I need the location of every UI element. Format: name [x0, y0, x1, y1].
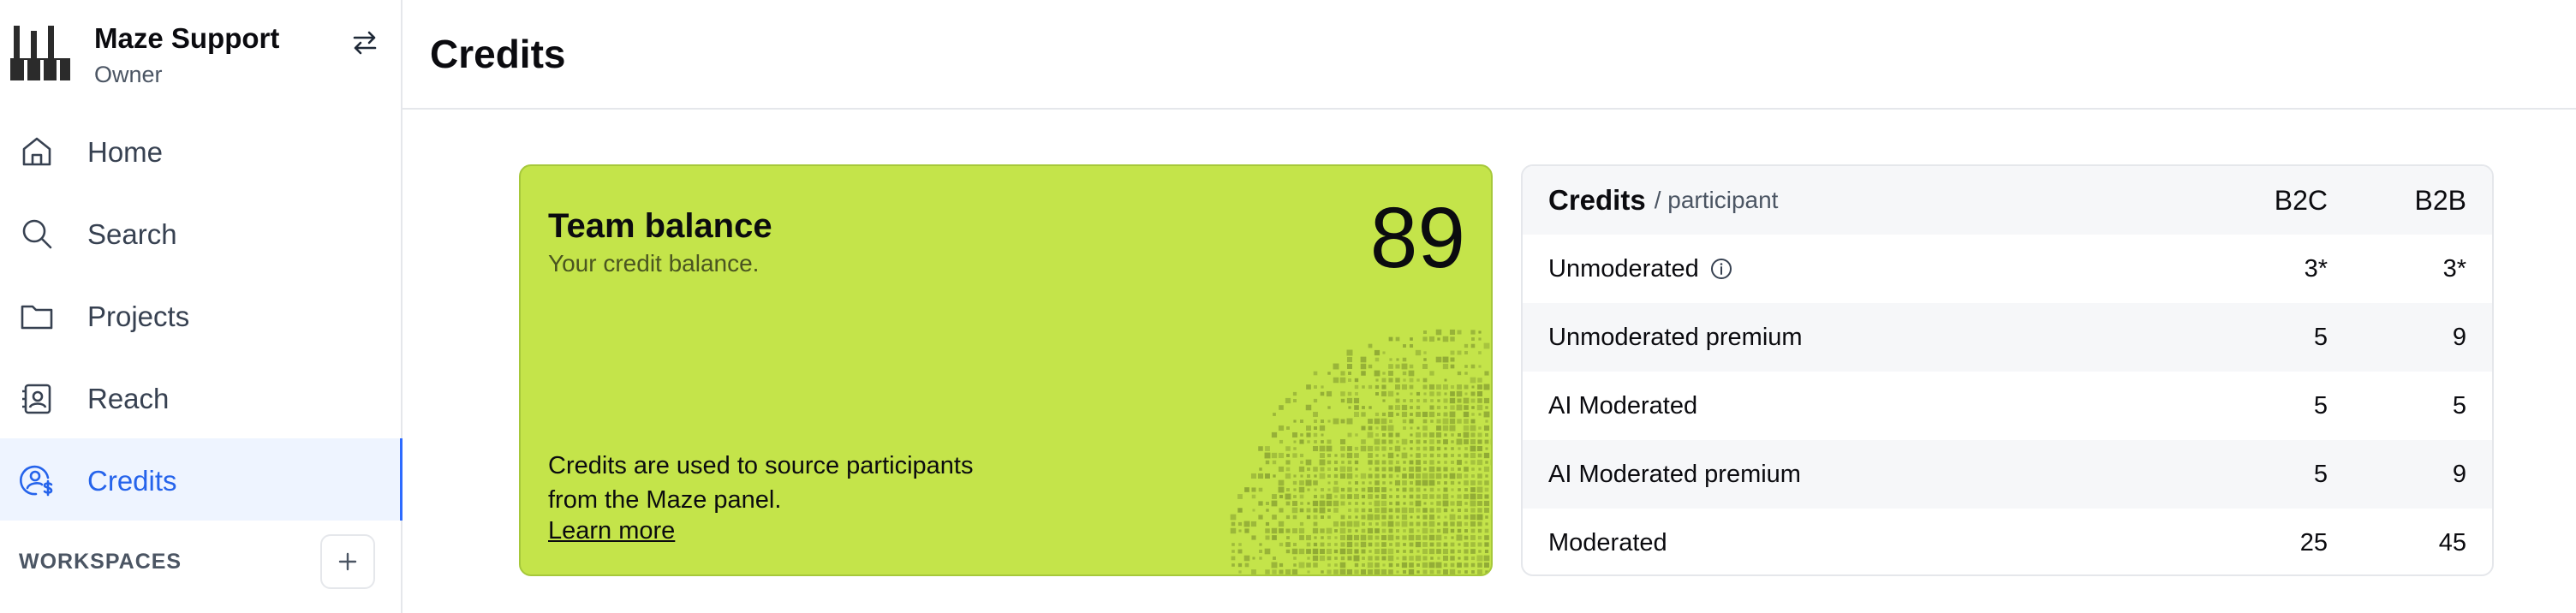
b2b-value: 9	[2452, 460, 2466, 488]
b2c-value: 5	[2313, 460, 2328, 488]
sidebar-item-search[interactable]: Search	[0, 192, 401, 274]
table-title: Credits	[1548, 184, 1646, 216]
sidebar-item-label: Projects	[87, 301, 190, 332]
table-row: AI Moderated 5 5	[1523, 372, 2492, 440]
table-row: Unmoderated 3* 3*	[1523, 235, 2492, 303]
sidebar-item-reach[interactable]: Reach	[0, 356, 401, 438]
team-balance-card: Team balance Your credit balance. 89 Cre…	[519, 164, 1493, 576]
sidebar: Maze Support Owner Home Search Projects	[0, 0, 402, 613]
maze-logo-icon	[10, 26, 70, 80]
table-unit: / participant	[1654, 187, 1779, 213]
row-name: Unmoderated premium	[1548, 323, 1803, 351]
folder-icon	[21, 305, 53, 330]
sidebar-item-label: Credits	[87, 465, 177, 497]
row-name: Moderated	[1548, 528, 1667, 556]
balance-title: Team balance	[548, 207, 772, 245]
table-title-cell: Credits / participant	[1548, 166, 1778, 235]
dotted-globe-decoration	[1230, 329, 1491, 574]
switch-org-button[interactable]	[346, 24, 384, 62]
sidebar-item-label: Home	[87, 136, 164, 168]
b2b-value: 45	[2438, 528, 2466, 556]
org-header: Maze Support Owner	[0, 0, 401, 94]
b2c-value: 5	[2313, 391, 2328, 420]
table-row: AI Moderated premium 5 9	[1523, 440, 2492, 509]
b2b-value: 9	[2452, 323, 2466, 351]
b2c-value: 3*	[2304, 254, 2328, 283]
org-role: Owner	[94, 62, 163, 87]
info-icon[interactable]	[1709, 257, 1733, 281]
b2b-value: 3*	[2442, 254, 2466, 283]
row-name: AI Moderated	[1548, 391, 1698, 420]
row-name: Unmoderated	[1548, 254, 1699, 283]
balance-description: Credits are used to source participants …	[548, 452, 974, 514]
row-name: AI Moderated premium	[1548, 460, 1801, 488]
sidebar-item-projects[interactable]: Projects	[0, 274, 401, 356]
b2b-value: 5	[2452, 391, 2466, 420]
sidebar-item-label: Search	[87, 218, 177, 250]
home-icon	[22, 137, 51, 166]
credits-pricing-table: Credits / participant B2C B2B Unmoderate…	[1521, 164, 2494, 576]
swap-arrows-icon	[353, 31, 377, 55]
b2c-value: 25	[2299, 528, 2328, 556]
balance-value: 89	[1369, 190, 1465, 286]
column-header-b2c: B2C	[2274, 184, 2328, 216]
b2c-value: 5	[2313, 323, 2328, 351]
sidebar-item-home[interactable]: Home	[0, 110, 401, 192]
org-name: Maze Support	[94, 22, 280, 54]
sidebar-item-credits[interactable]: Credits	[0, 438, 402, 521]
plus-icon	[338, 552, 357, 571]
page-header: Credits	[402, 0, 2576, 110]
add-workspace-button[interactable]	[320, 534, 375, 589]
credits-icon	[20, 465, 53, 497]
table-row: Moderated 25 45	[1523, 509, 2492, 574]
row-name-cell: Unmoderated	[1548, 235, 1733, 303]
workspaces-heading: WORKSPACES	[19, 550, 182, 574]
learn-more-link[interactable]: Learn more	[548, 517, 675, 545]
table-row: Unmoderated premium 5 9	[1523, 303, 2492, 372]
table-header: Credits / participant B2C B2B	[1523, 166, 2492, 235]
balance-subtitle: Your credit balance.	[548, 250, 760, 277]
page-title: Credits	[430, 32, 566, 76]
column-header-b2b: B2B	[2414, 184, 2466, 216]
sidebar-item-label: Reach	[87, 383, 170, 414]
search-icon	[22, 219, 52, 249]
contacts-icon	[22, 384, 51, 414]
